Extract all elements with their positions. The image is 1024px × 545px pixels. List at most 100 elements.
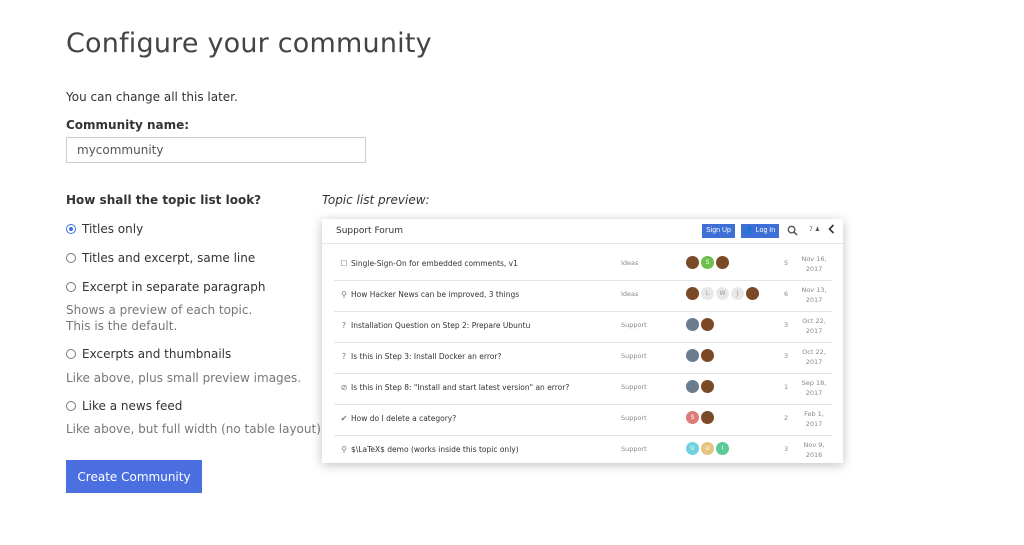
- topic-date: Oct 22, 2017: [796, 347, 832, 367]
- signup-button[interactable]: Sign Up: [702, 224, 735, 238]
- topic-category[interactable]: Ideas: [621, 259, 638, 267]
- avatar[interactable]: [701, 411, 714, 424]
- topic-title[interactable]: How do I delete a category?: [351, 414, 456, 423]
- topic-row[interactable]: ⊘ Is this in Step 8: "Install and start l…: [334, 374, 832, 405]
- topic-row[interactable]: ? Installation Question on Step 2: Prepar…: [334, 312, 832, 343]
- topic-participants: [686, 380, 716, 393]
- topic-category[interactable]: Support: [621, 445, 647, 453]
- radio-excerpts-thumbnails[interactable]: [66, 349, 76, 359]
- hint-line: Shows a preview of each topic.: [66, 303, 253, 317]
- topic-title[interactable]: How Hacker News can be improved, 3 thing…: [351, 290, 519, 299]
- forum-title: Support Forum: [336, 226, 403, 236]
- option-excerpt-separate-paragraph[interactable]: Excerpt in separate paragraph: [66, 280, 265, 294]
- avatar[interactable]: U: [701, 442, 714, 455]
- avatar[interactable]: [716, 256, 729, 269]
- avatar[interactable]: [686, 380, 699, 393]
- topic-title[interactable]: Installation Question on Step 2: Prepare…: [351, 321, 530, 330]
- topic-date-line: 2017: [805, 420, 823, 428]
- check-icon: ✔: [340, 414, 348, 423]
- avatar[interactable]: [701, 380, 714, 393]
- login-button[interactable]: 👤 Log In: [741, 224, 780, 238]
- avatar[interactable]: [701, 318, 714, 331]
- idea-icon: ⚲: [341, 445, 347, 454]
- topic-date-line: Oct 22,: [802, 317, 826, 325]
- topic-participants: [686, 349, 716, 362]
- topic-replies: 5: [784, 259, 789, 267]
- option-titles-only[interactable]: Titles only: [66, 222, 143, 236]
- page-subtitle: You can change all this later.: [66, 90, 238, 104]
- radio-titles-only[interactable]: [66, 224, 76, 234]
- topic-date-line: Feb 1,: [804, 410, 824, 418]
- topic-category[interactable]: Support: [621, 321, 647, 329]
- topic-date: Oct 22, 2017: [796, 316, 832, 336]
- notifications-indicator[interactable]: 7 ♟: [809, 226, 820, 233]
- avatar[interactable]: [746, 287, 759, 300]
- topic-replies: 3: [784, 321, 789, 329]
- hint-line: Like above, but full width (no table lay…: [66, 422, 325, 436]
- avatar[interactable]: W: [716, 287, 729, 300]
- preview-header: Support Forum Sign Up 👤 Log In 7 ♟: [322, 219, 843, 244]
- avatar[interactable]: [686, 318, 699, 331]
- option-news-feed[interactable]: Like a news feed: [66, 399, 182, 413]
- question-icon: ?: [341, 352, 347, 361]
- topic-category[interactable]: Ideas: [621, 290, 638, 298]
- option-label: Excerpt in separate paragraph: [82, 280, 266, 294]
- avatar[interactable]: [686, 287, 699, 300]
- avatar[interactable]: [686, 256, 699, 269]
- topic-date: Sep 18, 2017: [796, 378, 832, 398]
- hint-line: This is the default.: [66, 319, 178, 333]
- topic-date-line: 2017: [805, 296, 823, 304]
- topic-replies: 3: [784, 445, 789, 453]
- topic-title[interactable]: Is this in Step 8: "Install and start la…: [351, 383, 569, 392]
- topic-participants: S: [686, 256, 731, 269]
- option-label: Titles and excerpt, same line: [82, 251, 256, 265]
- search-icon[interactable]: [787, 225, 798, 239]
- radio-titles-excerpt-same-line[interactable]: [66, 253, 76, 263]
- topic-row[interactable]: ☐ Single-Sign-On for embedded comments, v…: [334, 250, 832, 281]
- topic-date-line: 2017: [805, 327, 823, 335]
- topic-row[interactable]: ? Is this in Step 3: Install Docker an er…: [334, 343, 832, 374]
- avatar[interactable]: [701, 349, 714, 362]
- avatar[interactable]: U: [686, 442, 699, 455]
- option-label: Excerpts and thumbnails: [82, 347, 232, 361]
- avatar[interactable]: [686, 349, 699, 362]
- problem-icon: ⊘: [340, 383, 348, 392]
- avatar[interactable]: S: [686, 411, 699, 424]
- topic-title[interactable]: Is this in Step 3: Install Docker an err…: [351, 352, 501, 361]
- topic-row[interactable]: ✔ How do I delete a category? Support S 2 Feb…: [334, 405, 832, 436]
- community-name-label: Community name:: [66, 118, 190, 132]
- topic-participants: S: [686, 411, 716, 424]
- topic-date-line: Nov 13,: [801, 286, 827, 294]
- create-community-button[interactable]: Create Community: [66, 460, 202, 493]
- avatar[interactable]: J: [731, 287, 744, 300]
- topic-title[interactable]: Single-Sign-On for embedded comments, v1: [351, 259, 518, 268]
- topic-replies: 6: [784, 290, 789, 298]
- avatar[interactable]: S: [701, 256, 714, 269]
- page-title: Configure your community: [66, 28, 432, 59]
- community-name-input[interactable]: [66, 137, 366, 163]
- avatar[interactable]: L: [701, 287, 714, 300]
- topic-participants: [686, 318, 716, 331]
- topic-date: Feb 1, 2017: [796, 409, 832, 429]
- topic-replies: 1: [784, 383, 789, 391]
- radio-news-feed[interactable]: [66, 401, 76, 411]
- chevron-left-icon[interactable]: [828, 224, 835, 237]
- topic-date-line: 2017: [805, 358, 823, 366]
- radio-excerpt-separate-paragraph[interactable]: [66, 282, 76, 292]
- topic-category[interactable]: Support: [621, 352, 647, 360]
- topic-row[interactable]: ⚲ How Hacker News can be improved, 3 thin…: [334, 281, 832, 312]
- topic-title[interactable]: $\LaTeX$ demo (works inside this topic o…: [351, 445, 519, 454]
- topic-replies: 2: [784, 414, 789, 422]
- topic-participants: LWJ: [686, 287, 761, 300]
- avatar[interactable]: I: [716, 442, 729, 455]
- hint-line: Like above, plus small preview images.: [66, 371, 302, 385]
- topic-row[interactable]: ⚲ $\LaTeX$ demo (works inside this topic …: [334, 436, 832, 463]
- topic-list-preview: Support Forum Sign Up 👤 Log In 7 ♟ ☐ Sing…: [322, 219, 843, 463]
- option-titles-excerpt-same-line[interactable]: Titles and excerpt, same line: [66, 251, 255, 265]
- option-excerpts-thumbnails[interactable]: Excerpts and thumbnails: [66, 347, 231, 361]
- option-hint: Shows a preview of each topic. This is t…: [66, 302, 252, 334]
- question-icon: ?: [341, 321, 347, 330]
- topic-category[interactable]: Support: [621, 414, 647, 422]
- topic-category[interactable]: Support: [621, 383, 647, 391]
- idea-icon: ⚲: [341, 290, 347, 299]
